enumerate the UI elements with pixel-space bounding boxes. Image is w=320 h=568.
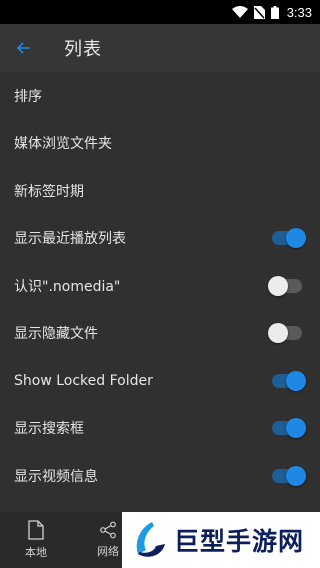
setting-show-locked-folder[interactable]: Show Locked Folder — [0, 357, 320, 405]
toggle-switch[interactable] — [268, 323, 302, 344]
setting-sort[interactable]: 排序 — [0, 72, 320, 120]
setting-label: 新标签时期 — [14, 183, 84, 200]
back-button[interactable] — [0, 24, 48, 72]
setting-show-recent-playlist[interactable]: 显示最近播放列表 — [0, 215, 320, 263]
top-app-bar: 列表 — [0, 24, 320, 72]
setting-label: 媒体浏览文件夹 — [14, 136, 112, 153]
no-sim-icon — [253, 5, 265, 19]
setting-label: 显示搜索框 — [14, 421, 84, 438]
setting-label: 排序 — [14, 88, 42, 105]
setting-show-hidden-files[interactable]: 显示隐藏文件 — [0, 310, 320, 358]
setting-label: 显示隐藏文件 — [14, 326, 98, 343]
arrow-left-icon — [17, 42, 30, 54]
setting-show-search-box[interactable]: 显示搜索框 — [0, 405, 320, 453]
settings-list: 排序 媒体浏览文件夹 新标签时期 显示最近播放列表 认识".nomedia" 显… — [0, 72, 320, 500]
switch-knob — [286, 228, 306, 249]
status-bar: 3:33 — [0, 0, 320, 24]
setting-show-video-info[interactable]: 显示视频信息 — [0, 452, 320, 500]
nav-label: 网络 — [97, 545, 119, 558]
switch-knob — [286, 370, 306, 391]
toggle-switch[interactable] — [272, 465, 306, 486]
page-title: 列表 — [64, 39, 102, 60]
setting-label: 认识".nomedia" — [14, 278, 121, 295]
toggle-switch[interactable] — [272, 418, 306, 439]
setting-label: 显示视频信息 — [14, 468, 98, 485]
toggle-switch[interactable] — [272, 370, 306, 391]
file-icon — [28, 520, 44, 540]
setting-new-tag-period[interactable]: 新标签时期 — [0, 167, 320, 215]
switch-knob — [268, 323, 288, 344]
switch-knob — [268, 275, 288, 296]
watermark: 巨型手游网 — [122, 512, 320, 568]
watermark-logo-icon — [136, 522, 165, 557]
toggle-switch[interactable] — [268, 275, 302, 296]
switch-knob — [286, 465, 306, 486]
setting-label: 显示最近播放列表 — [14, 231, 126, 248]
toggle-switch[interactable] — [272, 228, 306, 249]
battery-icon — [270, 5, 279, 19]
setting-media-folders[interactable]: 媒体浏览文件夹 — [0, 120, 320, 168]
switch-knob — [286, 418, 306, 439]
nav-local[interactable]: 本地 — [0, 512, 72, 568]
share-network-icon — [100, 521, 116, 539]
setting-recognize-nomedia[interactable]: 认识".nomedia" — [0, 262, 320, 310]
setting-label: Show Locked Folder — [14, 372, 153, 389]
watermark-text: 巨型手游网 — [174, 527, 305, 556]
nav-label: 本地 — [25, 546, 47, 559]
wifi-icon — [231, 6, 248, 18]
status-time: 3:33 — [286, 4, 312, 20]
